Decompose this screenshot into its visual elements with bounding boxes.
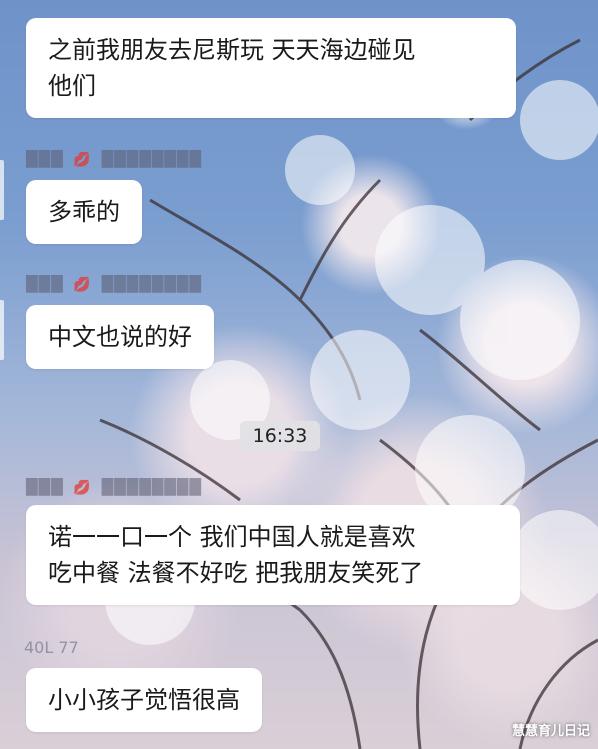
sender-name-blurred: ███ 💋 ████████ bbox=[26, 478, 202, 496]
watermark: 慧慧育儿日记 bbox=[511, 724, 590, 739]
message-bubble[interactable]: 诺一一口一个 我们中国人就是喜欢 吃中餐 法餐不好吃 把我朋友笑死了 bbox=[26, 505, 520, 605]
message-bubble[interactable]: 之前我朋友去尼斯玩 天天海边碰见 他们 bbox=[26, 18, 516, 118]
side-tab bbox=[0, 300, 4, 360]
message-bubble[interactable]: 小小孩子觉悟很高 bbox=[26, 668, 262, 732]
bottom-label: 40L 77 bbox=[24, 638, 79, 657]
lips-icon: 💋 bbox=[73, 480, 92, 496]
message-bubble[interactable]: 多乖的 bbox=[26, 180, 142, 244]
message-bubble[interactable]: 中文也说的好 bbox=[26, 305, 214, 369]
sender-name-blurred: ███ 💋 ████████ bbox=[26, 275, 202, 293]
side-tab bbox=[0, 160, 4, 220]
lips-icon: 💋 bbox=[73, 277, 92, 293]
sender-name-blurred: ███ 💋 ████████ bbox=[26, 150, 202, 168]
timestamp-label: 16:33 bbox=[240, 421, 320, 451]
lips-icon: 💋 bbox=[73, 152, 92, 168]
